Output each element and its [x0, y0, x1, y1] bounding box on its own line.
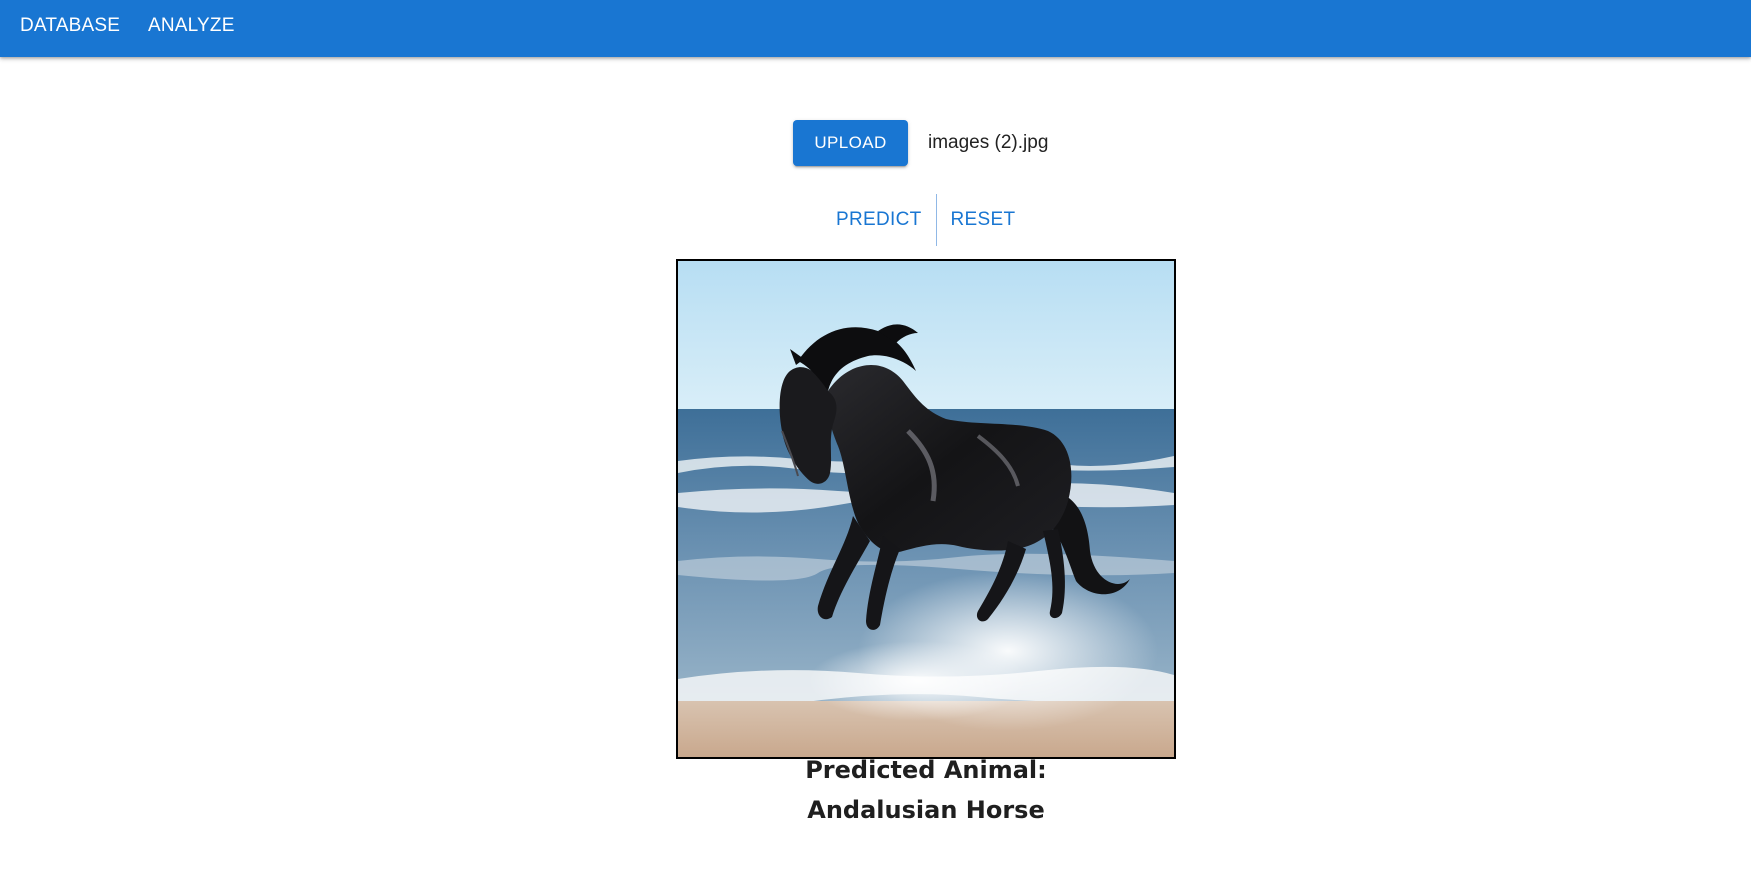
prediction-value: Andalusian Horse: [807, 796, 1045, 824]
nav-analyze[interactable]: ANALYZE: [148, 15, 235, 37]
prediction-result: Predicted Animal: Andalusian Horse: [676, 0, 1176, 870]
prediction-title: Predicted Animal:: [805, 756, 1047, 784]
app-bar: DATABASE ANALYZE: [0, 0, 1751, 57]
nav-database[interactable]: DATABASE: [20, 15, 120, 37]
